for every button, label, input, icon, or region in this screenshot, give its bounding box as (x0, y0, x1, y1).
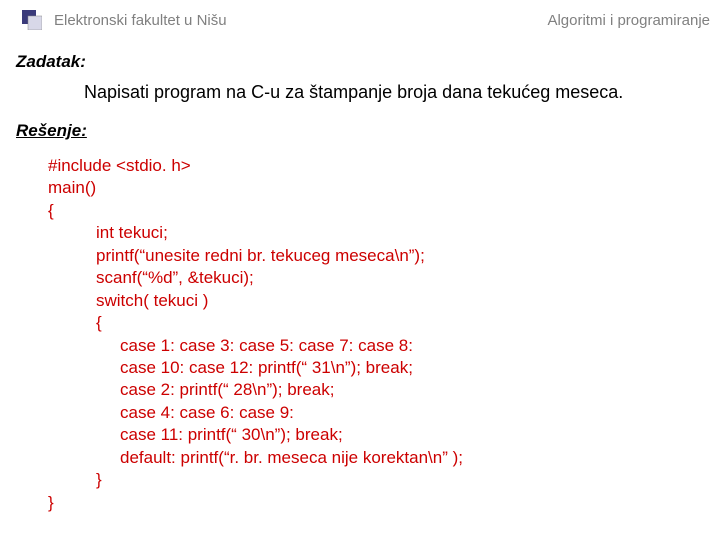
code-line: default: printf(“r. br. meseca nije kore… (48, 447, 720, 469)
code-line: #include <stdio. h> (48, 155, 720, 177)
code-line: { (48, 312, 720, 334)
code-line: case 11: printf(“ 30\n”); break; (48, 424, 720, 446)
code-line: case 2: printf(“ 28\n”); break; (48, 379, 720, 401)
code-line: } (48, 492, 720, 514)
header-left-text: Elektronski fakultet u Nišu (54, 12, 227, 29)
slide-header: Elektronski fakultet u Nišu Algoritmi i … (0, 0, 720, 34)
code-line: scanf(“%d”, &tekuci); (48, 267, 720, 289)
code-line: int tekuci; (48, 222, 720, 244)
code-line: switch( tekuci ) (48, 290, 720, 312)
code-line: main() (48, 177, 720, 199)
task-label: Zadatak: (0, 34, 720, 78)
code-block: #include <stdio. h> main() { int tekuci;… (0, 147, 720, 514)
code-line: printf(“unesite redni br. tekuceg meseca… (48, 245, 720, 267)
task-description: Napisati program na C-u za štampanje bro… (0, 78, 720, 103)
solution-label: Rešenje: (0, 103, 720, 147)
code-line: { (48, 200, 720, 222)
code-line: case 10: case 12: printf(“ 31\n”); break… (48, 357, 720, 379)
square-bullet-icon (22, 10, 42, 30)
header-right-text: Algoritmi i programiranje (547, 12, 720, 29)
code-line: case 1: case 3: case 5: case 7: case 8: (48, 335, 720, 357)
code-line: } (48, 469, 720, 491)
code-line: case 4: case 6: case 9: (48, 402, 720, 424)
